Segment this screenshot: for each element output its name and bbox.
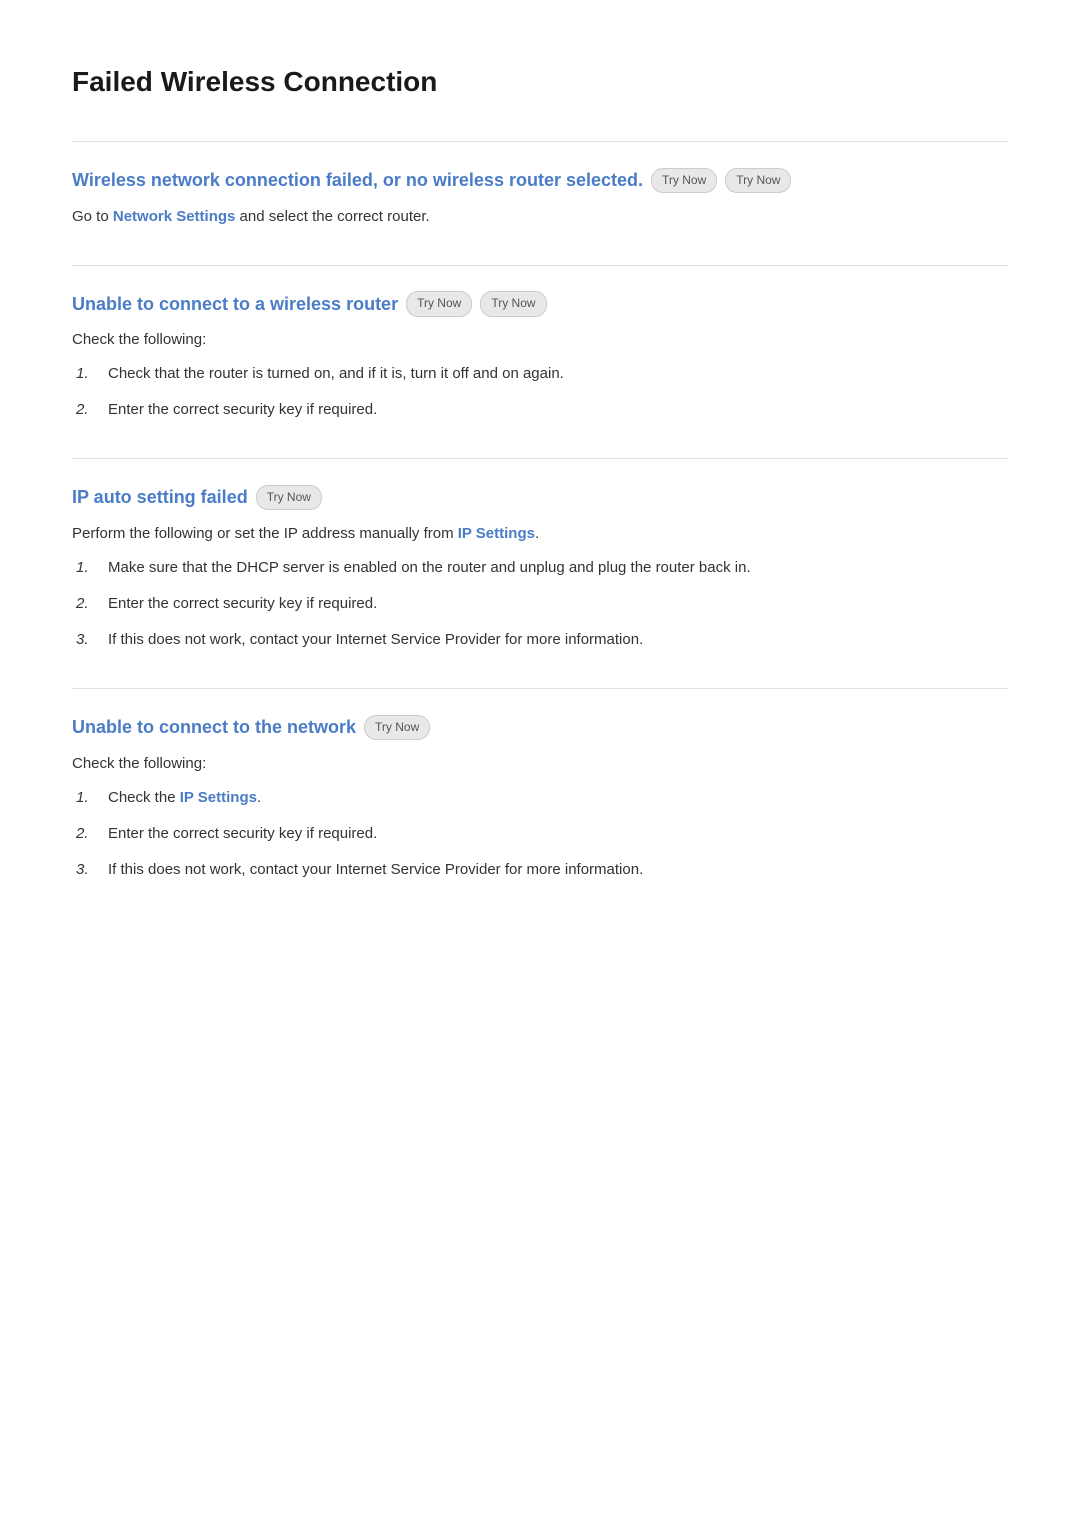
list-item-text: Check that the router is turned on, and …	[108, 362, 1008, 386]
list-item-suffix: .	[257, 789, 261, 806]
list-item: 2. Enter the correct security key if req…	[72, 592, 1008, 616]
section-4-list: 1. Check the IP Settings. 2. Enter the c…	[72, 786, 1008, 882]
section-title-4: Unable to connect to the network Try Now	[72, 713, 1008, 742]
list-item-text: If this does not work, contact your Inte…	[108, 628, 1008, 652]
section-title-1: Wireless network connection failed, or n…	[72, 166, 1008, 195]
list-item: 1. Check the IP Settings.	[72, 786, 1008, 810]
list-number: 3.	[72, 858, 108, 882]
ip-settings-link-1[interactable]: IP Settings	[458, 525, 535, 542]
list-item: 2. Enter the correct security key if req…	[72, 398, 1008, 422]
list-number: 3.	[72, 628, 108, 652]
section-3-list: 1. Make sure that the DHCP server is ena…	[72, 556, 1008, 652]
list-number: 2.	[72, 398, 108, 422]
section-wireless-failed: Wireless network connection failed, or n…	[72, 166, 1008, 229]
section-ip-auto: IP auto setting failed Try Now Perform t…	[72, 483, 1008, 652]
try-now-button-4a[interactable]: Try Now	[364, 715, 430, 740]
divider-3	[72, 458, 1008, 459]
try-now-button-1b[interactable]: Try Now	[725, 168, 791, 193]
section-wireless-router: Unable to connect to a wireless router T…	[72, 290, 1008, 423]
list-number: 1.	[72, 556, 108, 580]
section-2-intro: Check the following:	[72, 328, 1008, 352]
list-item-text: If this does not work, contact your Inte…	[108, 858, 1008, 882]
list-number: 1.	[72, 786, 108, 810]
section-title-3: IP auto setting failed Try Now	[72, 483, 1008, 512]
try-now-button-2a[interactable]: Try Now	[406, 291, 472, 316]
list-item: 2. Enter the correct security key if req…	[72, 822, 1008, 846]
list-item: 1. Check that the router is turned on, a…	[72, 362, 1008, 386]
section-1-body-prefix: Go to	[72, 208, 113, 225]
list-item: 1. Make sure that the DHCP server is ena…	[72, 556, 1008, 580]
section-title-text-4: Unable to connect to the network	[72, 713, 356, 742]
list-item-text: Check the IP Settings.	[108, 786, 1008, 810]
ip-settings-link-2[interactable]: IP Settings	[180, 789, 257, 806]
section-title-text-3: IP auto setting failed	[72, 483, 248, 512]
list-item-text: Enter the correct security key if requir…	[108, 592, 1008, 616]
list-item-prefix: Check the	[108, 789, 180, 806]
divider-1	[72, 141, 1008, 142]
list-number: 2.	[72, 822, 108, 846]
section-3-intro-suffix: .	[535, 525, 539, 542]
section-1-body-suffix: and select the correct router.	[235, 208, 429, 225]
list-item: 3. If this does not work, contact your I…	[72, 628, 1008, 652]
page-title: Failed Wireless Connection	[72, 60, 1008, 105]
try-now-button-3a[interactable]: Try Now	[256, 485, 322, 510]
section-3-intro-prefix: Perform the following or set the IP addr…	[72, 525, 458, 542]
divider-2	[72, 265, 1008, 266]
try-now-button-1a[interactable]: Try Now	[651, 168, 717, 193]
list-item-text: Enter the correct security key if requir…	[108, 398, 1008, 422]
list-item-text: Make sure that the DHCP server is enable…	[108, 556, 1008, 580]
section-title-text-1: Wireless network connection failed, or n…	[72, 166, 643, 195]
list-number: 1.	[72, 362, 108, 386]
list-item: 3. If this does not work, contact your I…	[72, 858, 1008, 882]
section-network-connect: Unable to connect to the network Try Now…	[72, 713, 1008, 882]
section-2-list: 1. Check that the router is turned on, a…	[72, 362, 1008, 422]
try-now-button-2b[interactable]: Try Now	[480, 291, 546, 316]
section-1-body: Go to Network Settings and select the co…	[72, 205, 1008, 229]
list-number: 2.	[72, 592, 108, 616]
section-title-2: Unable to connect to a wireless router T…	[72, 290, 1008, 319]
section-3-intro: Perform the following or set the IP addr…	[72, 522, 1008, 546]
divider-4	[72, 688, 1008, 689]
section-4-intro: Check the following:	[72, 752, 1008, 776]
list-item-text: Enter the correct security key if requir…	[108, 822, 1008, 846]
section-title-text-2: Unable to connect to a wireless router	[72, 290, 398, 319]
network-settings-link[interactable]: Network Settings	[113, 208, 236, 225]
